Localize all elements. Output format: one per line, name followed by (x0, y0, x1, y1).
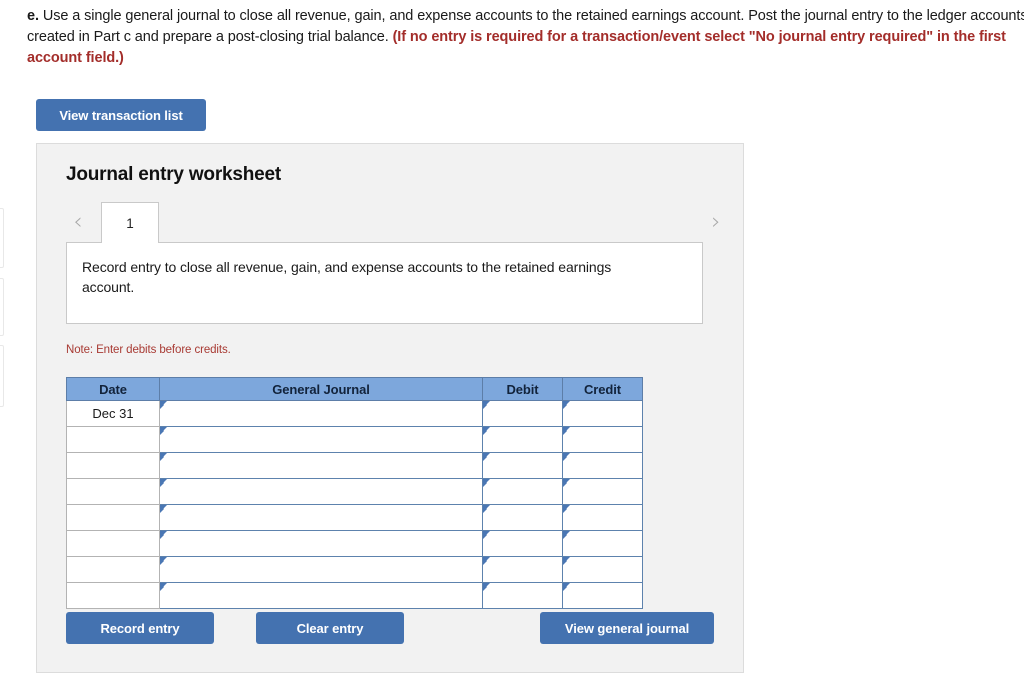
table-row (66, 426, 643, 453)
table-row (66, 582, 643, 609)
table-row (66, 530, 643, 557)
credit-input-field[interactable] (562, 582, 643, 609)
dropdown-arrow-icon (563, 531, 570, 539)
dropdown-arrow-icon (160, 583, 167, 591)
debit-input-field[interactable] (482, 504, 563, 531)
credit-input-field[interactable] (562, 530, 643, 557)
account-select-field[interactable] (159, 400, 483, 427)
entry-description-box: Record entry to close all revenue, gain,… (66, 242, 703, 324)
date-cell[interactable] (66, 530, 160, 557)
dropdown-arrow-icon (483, 479, 490, 487)
account-select-field[interactable] (159, 452, 483, 479)
credit-input-field[interactable] (562, 556, 643, 583)
clipped-page-fragment (0, 278, 4, 336)
clipped-page-fragment (0, 208, 4, 268)
date-cell[interactable]: Dec 31 (66, 400, 160, 427)
dropdown-arrow-icon (563, 401, 570, 409)
dropdown-arrow-icon (160, 479, 167, 487)
entry-description-text: Record entry to close all revenue, gain,… (82, 259, 612, 295)
date-cell[interactable] (66, 582, 160, 609)
dropdown-arrow-icon (160, 453, 167, 461)
dropdown-arrow-icon (160, 401, 167, 409)
dropdown-arrow-icon (483, 583, 490, 591)
clear-entry-button[interactable]: Clear entry (256, 612, 404, 644)
credit-input-field[interactable] (562, 426, 643, 453)
debit-input-field[interactable] (482, 452, 563, 479)
view-general-journal-button[interactable]: View general journal (540, 612, 714, 644)
dropdown-arrow-icon (563, 557, 570, 565)
question-instructions: e. Use a single general journal to close… (27, 6, 1024, 69)
credit-input-field[interactable] (562, 452, 643, 479)
worksheet-tabstrip: ‹ 1 › (66, 202, 721, 244)
credit-input-field[interactable] (562, 400, 643, 427)
debit-input-field[interactable] (482, 478, 563, 505)
dropdown-arrow-icon (160, 531, 167, 539)
column-header-credit: Credit (562, 377, 643, 401)
date-cell[interactable] (66, 478, 160, 505)
date-cell[interactable] (66, 504, 160, 531)
dropdown-arrow-icon (160, 427, 167, 435)
journal-entry-worksheet-panel: Journal entry worksheet ‹ 1 › Record ent… (36, 143, 744, 673)
question-label: e. (27, 8, 39, 24)
dropdown-arrow-icon (563, 453, 570, 461)
date-cell[interactable] (66, 556, 160, 583)
table-row (66, 478, 643, 505)
debit-input-field[interactable] (482, 582, 563, 609)
dropdown-arrow-icon (483, 401, 490, 409)
dropdown-arrow-icon (483, 557, 490, 565)
debit-input-field[interactable] (482, 426, 563, 453)
table-header-row: Date General Journal Debit Credit (66, 377, 643, 401)
dropdown-arrow-icon (483, 531, 490, 539)
date-cell[interactable] (66, 426, 160, 453)
chevron-right-icon[interactable]: › (704, 208, 728, 236)
view-transaction-list-button[interactable]: View transaction list (36, 99, 206, 131)
account-select-field[interactable] (159, 426, 483, 453)
table-row (66, 504, 643, 531)
column-header-date: Date (66, 377, 160, 401)
table-row (66, 556, 643, 583)
date-cell[interactable] (66, 452, 160, 479)
worksheet-tab-1[interactable]: 1 (101, 202, 159, 243)
dropdown-arrow-icon (483, 505, 490, 513)
account-select-field[interactable] (159, 504, 483, 531)
account-select-field[interactable] (159, 582, 483, 609)
debit-input-field[interactable] (482, 400, 563, 427)
chevron-left-icon[interactable]: ‹ (66, 208, 90, 236)
account-select-field[interactable] (159, 530, 483, 557)
dropdown-arrow-icon (160, 505, 167, 513)
dropdown-arrow-icon (563, 427, 570, 435)
table-row (66, 452, 643, 479)
column-header-general-journal: General Journal (159, 377, 483, 401)
journal-entry-table: Date General Journal Debit Credit Dec 31 (66, 377, 643, 609)
dropdown-arrow-icon (563, 479, 570, 487)
debits-before-credits-note: Note: Enter debits before credits. (66, 344, 231, 356)
dropdown-arrow-icon (483, 453, 490, 461)
account-select-field[interactable] (159, 478, 483, 505)
column-header-debit: Debit (482, 377, 563, 401)
table-row: Dec 31 (66, 400, 643, 427)
dropdown-arrow-icon (483, 427, 490, 435)
dropdown-arrow-icon (563, 583, 570, 591)
credit-input-field[interactable] (562, 504, 643, 531)
record-entry-button[interactable]: Record entry (66, 612, 214, 644)
clipped-page-fragment (0, 345, 4, 407)
debit-input-field[interactable] (482, 530, 563, 557)
dropdown-arrow-icon (563, 505, 570, 513)
dropdown-arrow-icon (160, 557, 167, 565)
account-select-field[interactable] (159, 556, 483, 583)
panel-title: Journal entry worksheet (66, 164, 282, 185)
credit-input-field[interactable] (562, 478, 643, 505)
debit-input-field[interactable] (482, 556, 563, 583)
